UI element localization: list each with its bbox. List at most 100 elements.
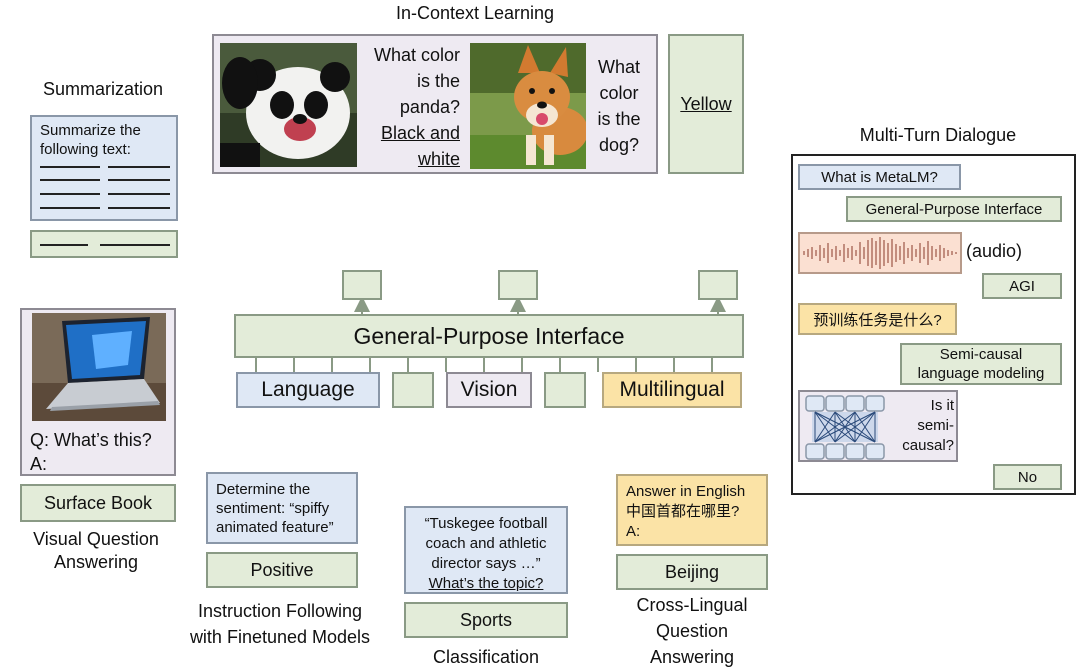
vqa-caption-line: Visual Question xyxy=(33,529,159,549)
multilingual-input: Multilingual xyxy=(602,372,742,408)
instruction-prompt-line: sentiment: “spiffy xyxy=(216,500,330,517)
dialogue-q1-text: What is MetaLM? xyxy=(821,168,938,186)
general-purpose-interface: General-Purpose Interface xyxy=(234,314,744,358)
text-line xyxy=(40,179,100,181)
crosslingual-prompt-box: Answer in English 中国首都在哪里? A: xyxy=(616,474,768,546)
crosslingual-answer-box: Beijing xyxy=(616,554,768,590)
language-input: Language xyxy=(236,372,380,408)
summarization-prompt: Summarize the following text: xyxy=(40,121,141,159)
laptop-photo xyxy=(32,313,166,421)
dialogue-q4-line: causal? xyxy=(902,437,954,454)
summarization-output-box xyxy=(30,230,178,258)
text-line xyxy=(40,244,88,246)
instruction-caption-line: with Finetuned Models xyxy=(189,627,371,647)
text-line xyxy=(100,244,170,246)
crosslingual-caption-line: Question xyxy=(655,621,729,641)
summarization-prompt-line: following text: xyxy=(40,141,131,158)
dialogue-q4-line: Is it xyxy=(930,397,954,414)
crosslingual-answer: Beijing xyxy=(664,561,720,582)
dialogue-a2: AGI xyxy=(982,273,1062,299)
classification-answer: Sports xyxy=(459,609,513,630)
classification-caption: Classification xyxy=(432,647,540,667)
dialogue-a2-text: AGI xyxy=(1009,277,1035,295)
vqa-answer: Surface Book xyxy=(43,492,153,513)
dialogue-a1: General-Purpose Interface xyxy=(846,196,1062,222)
dog-question-line: is the xyxy=(597,109,641,129)
dialogue-q4-text: Is it semi- causal? xyxy=(892,396,954,456)
crosslingual-caption: Cross-Lingual Question Answering xyxy=(610,592,774,670)
dialogue-a3-line: language modeling xyxy=(917,365,1045,382)
vqa-question-line: Q: What’s this? xyxy=(30,430,152,450)
panda-photo xyxy=(220,43,357,167)
summarization-title: Summarization xyxy=(42,79,164,99)
panda-question-line: panda? xyxy=(399,97,460,117)
dialogue-a1-text: General-Purpose Interface xyxy=(865,200,1043,218)
dialogue-panel: What is MetaLM? General-Purpose Interfac… xyxy=(791,154,1076,495)
language-label: Language xyxy=(261,378,355,401)
crosslingual-prompt-line: A: xyxy=(626,523,641,540)
instruction-prompt-line: animated feature” xyxy=(216,519,334,536)
text-line xyxy=(108,207,170,209)
dialogue-a4: No xyxy=(993,464,1062,490)
dialogue-q1: What is MetaLM? xyxy=(798,164,961,190)
icl-title: In-Context Learning xyxy=(395,3,555,23)
dialogue-q4-line: semi- xyxy=(917,417,954,434)
multilingual-label: Multilingual xyxy=(619,378,725,401)
instruction-caption-line: Instruction Following xyxy=(197,601,363,621)
panda-question: What color is the panda? Black and white xyxy=(360,42,460,172)
classification-prompt-line: “Tuskegee football xyxy=(424,515,548,532)
crosslingual-prompt-line: 中国首都在哪里? xyxy=(626,503,740,520)
panda-answer-line: Black and xyxy=(380,123,460,143)
vision-label: Vision xyxy=(460,378,518,401)
audio-label: (audio) xyxy=(966,241,1023,261)
crosslingual-prompt-line: Answer in English xyxy=(626,483,746,500)
vqa-panel: Q: What’s this? A: xyxy=(20,308,176,476)
vqa-answer-prompt: A: xyxy=(30,454,48,474)
classification-prompt-line: director says …” xyxy=(431,555,541,572)
vqa-caption-line: Answering xyxy=(53,552,139,572)
vision-input: Vision xyxy=(446,372,532,408)
icl-answer: Yellow xyxy=(680,93,732,114)
panda-question-line: What color xyxy=(373,45,460,65)
panda-question-line: is the xyxy=(416,71,460,91)
output-slot xyxy=(498,270,538,300)
dialogue-title: Multi-Turn Dialogue xyxy=(859,125,1017,145)
text-line xyxy=(40,207,100,209)
text-line xyxy=(108,179,170,181)
instruction-answer: Positive xyxy=(250,559,314,580)
attention-mask-icon xyxy=(805,395,885,460)
dog-photo xyxy=(470,43,586,169)
dialogue-a3-line: Semi-causal xyxy=(939,346,1023,363)
vqa-caption: Visual Question Answering xyxy=(6,528,186,574)
summarization-prompt-line: Summarize the xyxy=(40,122,141,139)
classification-prompt-line: coach and athletic xyxy=(425,535,547,552)
vqa-question: Q: What’s this? A: xyxy=(30,428,152,476)
instruction-prompt-line: Determine the xyxy=(216,481,311,498)
text-line xyxy=(40,193,100,195)
dialogue-q3: 预训练任务是什么? xyxy=(798,303,957,335)
classification-answer-box: Sports xyxy=(404,602,568,638)
instruction-caption: Instruction Following with Finetuned Mod… xyxy=(170,598,390,650)
classification-question: What’s the topic? xyxy=(428,575,544,592)
dog-question-line: What xyxy=(597,57,640,77)
dog-question: What color is the dog? xyxy=(590,54,648,158)
input-slot xyxy=(392,372,434,408)
instruction-answer-box: Positive xyxy=(206,552,358,588)
dialogue-q4: Is it semi- causal? xyxy=(798,390,958,462)
audio-waveform xyxy=(798,232,962,274)
icl-answer-box: Yellow xyxy=(668,34,744,174)
text-line xyxy=(40,166,100,168)
dog-question-line: dog? xyxy=(598,135,640,155)
panda-answer-line: white xyxy=(417,149,460,169)
output-slot xyxy=(342,270,382,300)
output-slot xyxy=(698,270,738,300)
text-line xyxy=(108,193,170,195)
summarization-input-box: Summarize the following text: xyxy=(30,115,178,221)
input-slot xyxy=(544,372,586,408)
dialogue-q3-text: 预训练任务是什么? xyxy=(813,311,942,329)
crosslingual-caption-line: Answering xyxy=(649,647,735,667)
classification-prompt-box: “Tuskegee football coach and athletic di… xyxy=(404,506,568,594)
instruction-prompt-box: Determine the sentiment: “spiffy animate… xyxy=(206,472,358,544)
icl-panel: What color is the panda? Black and white… xyxy=(212,34,658,174)
text-line xyxy=(108,166,170,168)
